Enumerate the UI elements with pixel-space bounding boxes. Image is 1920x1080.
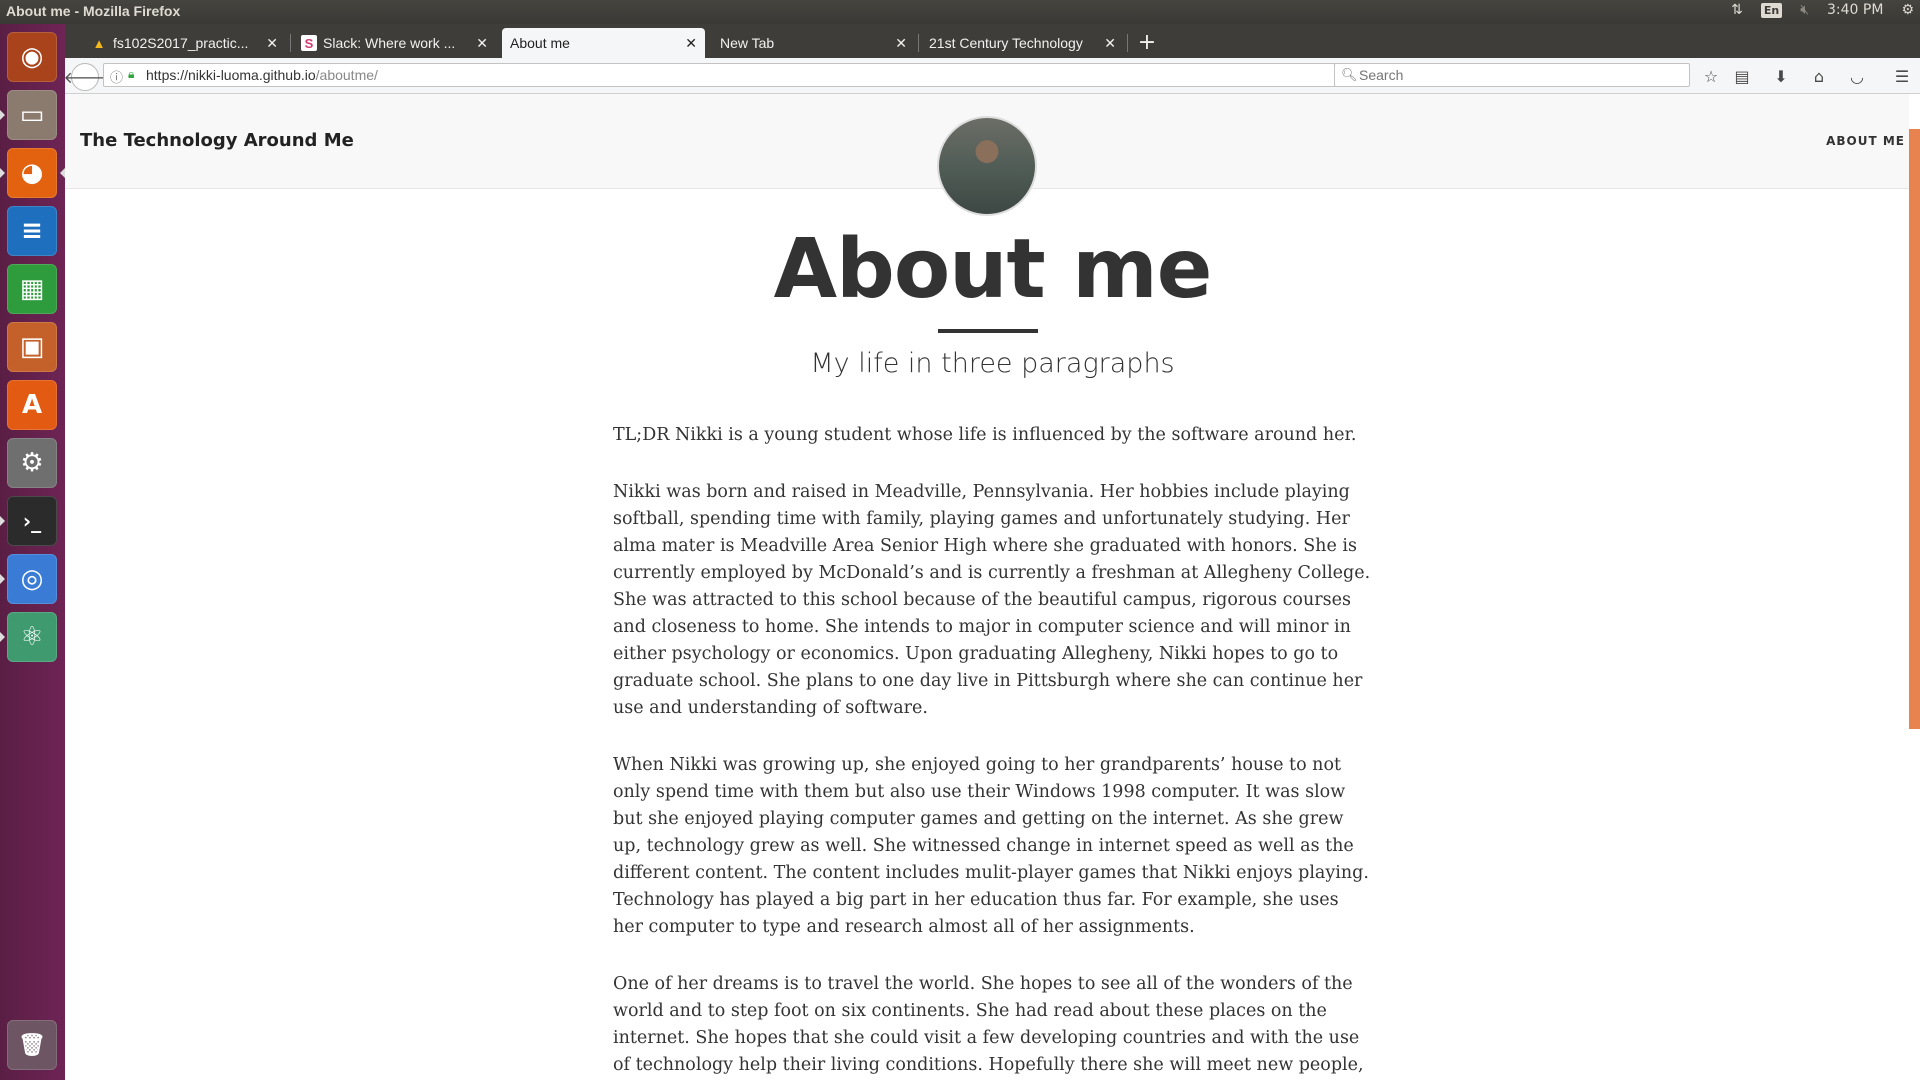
tab-21st-century-technology[interactable]: 21st Century Technology ✕ bbox=[921, 28, 1124, 58]
post-content: TL;DR Nikki is a young student whose lif… bbox=[613, 422, 1373, 1080]
pocket-icon[interactable]: ◡ bbox=[1845, 64, 1869, 88]
search-input[interactable] bbox=[1357, 66, 1681, 84]
launcher-running-indicator bbox=[0, 168, 5, 178]
paragraph: TL;DR Nikki is a young student whose lif… bbox=[613, 425, 1357, 445]
tab-new-tab[interactable]: New Tab ✕ bbox=[712, 28, 915, 58]
bookmark-star-icon[interactable]: ☆ bbox=[1699, 64, 1723, 88]
chrome-icon[interactable]: ◎ bbox=[7, 554, 57, 604]
avatar bbox=[937, 116, 1037, 216]
close-icon[interactable]: ✕ bbox=[895, 35, 907, 52]
panel-indicators: ⇅ En 🔇︎ 3:40 PM ⚙ bbox=[1731, 2, 1914, 18]
close-icon[interactable]: ✕ bbox=[1104, 35, 1116, 52]
files-icon[interactable]: ▭ bbox=[7, 90, 57, 140]
libreoffice-impress-icon[interactable]: ▣ bbox=[7, 322, 57, 372]
tab-label: Slack: Where work ... bbox=[323, 35, 456, 51]
tab-label: About me bbox=[510, 35, 570, 51]
downloads-icon[interactable]: ⬇ bbox=[1769, 64, 1793, 88]
system-settings-icon[interactable]: ⚙ bbox=[7, 438, 57, 488]
clock[interactable]: 3:40 PM bbox=[1827, 2, 1883, 18]
trash-icon[interactable]: 🗑 bbox=[7, 1020, 57, 1070]
lock-icon[interactable]: 🔒︎ bbox=[128, 67, 134, 82]
title-divider bbox=[938, 329, 1038, 333]
url-text[interactable]: https://nikki-luoma.github.io/aboutme/ bbox=[146, 67, 378, 83]
tab-strip: ▲ fs102S2017_practic... ✕ S Slack: Where… bbox=[65, 24, 1920, 58]
search-bar[interactable]: 🔍︎ bbox=[1334, 63, 1690, 87]
nav-about-me-link[interactable]: ABOUT ME bbox=[1826, 134, 1905, 148]
page-viewport: The Technology Around Me ABOUT ME About … bbox=[65, 94, 1920, 1080]
info-icon[interactable]: ⓘ bbox=[110, 67, 123, 86]
tab-separator bbox=[1127, 34, 1128, 52]
paragraph: One of her dreams is to travel the world… bbox=[613, 974, 1364, 1075]
navigation-toolbar: 🡐 ⓘ 🔒︎ https://nikki-luoma.github.io/abo… bbox=[64, 58, 1920, 94]
url-path: /aboutme/ bbox=[315, 67, 378, 83]
keyboard-layout-indicator[interactable]: En bbox=[1760, 2, 1783, 18]
ubuntu-dash-icon[interactable]: ◉ bbox=[7, 32, 57, 82]
tab-about-me[interactable]: About me ✕ bbox=[502, 28, 705, 58]
paragraph: When Nikki was growing up, she enjoyed g… bbox=[613, 755, 1369, 937]
tab-label: fs102S2017_practic... bbox=[113, 35, 249, 51]
home-icon[interactable]: ⌂ bbox=[1807, 64, 1831, 88]
tab-label: 21st Century Technology bbox=[929, 35, 1083, 51]
close-icon[interactable]: ✕ bbox=[266, 35, 278, 52]
tab-fs102[interactable]: ▲ fs102S2017_practic... ✕ bbox=[83, 28, 286, 58]
bookmarks-menu-icon[interactable]: ▤ bbox=[1730, 64, 1754, 88]
top-panel: About me - Mozilla Firefox ⇅ En 🔇︎ 3:40 … bbox=[0, 0, 1920, 24]
firefox-icon[interactable]: ◕ bbox=[7, 148, 57, 198]
scrollbar-thumb[interactable] bbox=[1909, 129, 1920, 729]
url-bar[interactable]: ⓘ 🔒︎ https://nikki-luoma.github.io/about… bbox=[103, 63, 1391, 87]
new-tab-button[interactable]: + bbox=[1134, 28, 1160, 56]
volume-muted-icon[interactable]: 🔇︎ bbox=[1800, 2, 1809, 18]
launcher-running-indicator bbox=[0, 110, 5, 120]
software-center-icon[interactable]: A bbox=[7, 380, 57, 430]
warning-favicon-icon: ▲ bbox=[92, 35, 106, 51]
libreoffice-writer-icon[interactable]: ≡ bbox=[7, 206, 57, 256]
close-icon[interactable]: ✕ bbox=[476, 35, 488, 52]
launcher-running-indicator bbox=[0, 574, 5, 584]
back-button[interactable]: 🡐 bbox=[64, 63, 106, 91]
terminal-icon[interactable]: ›_ bbox=[7, 496, 57, 546]
site-title-link[interactable]: The Technology Around Me bbox=[80, 130, 354, 151]
network-icon[interactable]: ⇅ bbox=[1731, 2, 1743, 18]
tab-slack[interactable]: S Slack: Where work ... ✕ bbox=[293, 28, 496, 58]
session-gear-icon[interactable]: ⚙ bbox=[1901, 2, 1914, 18]
tab-label: New Tab bbox=[720, 35, 775, 51]
close-icon[interactable]: ✕ bbox=[685, 35, 697, 52]
launcher: ◉ ▭ ◕ ≡ ▦ ▣ A ⚙ ›_ ◎ ⚛ 🗑 bbox=[0, 24, 66, 1080]
paragraph: Nikki was born and raised in Meadville, … bbox=[613, 482, 1371, 718]
slack-favicon-icon: S bbox=[301, 35, 317, 51]
url-host: https://nikki-luoma.github.io bbox=[146, 67, 316, 83]
tab-separator bbox=[918, 34, 919, 52]
launcher-running-indicator bbox=[0, 632, 5, 642]
window-title: About me - Mozilla Firefox bbox=[6, 3, 181, 19]
atom-icon[interactable]: ⚛ bbox=[7, 612, 57, 662]
page-subtitle: My life in three paragraphs bbox=[810, 348, 1175, 379]
hamburger-menu-icon[interactable]: ☰ bbox=[1890, 64, 1914, 88]
launcher-running-indicator bbox=[0, 516, 5, 526]
page-title: About me bbox=[773, 222, 1213, 317]
libreoffice-calc-icon[interactable]: ▦ bbox=[7, 264, 57, 314]
search-icon: 🔍︎ bbox=[1341, 67, 1358, 82]
tab-separator bbox=[290, 34, 291, 52]
scrollbar-track[interactable] bbox=[1909, 94, 1920, 1080]
